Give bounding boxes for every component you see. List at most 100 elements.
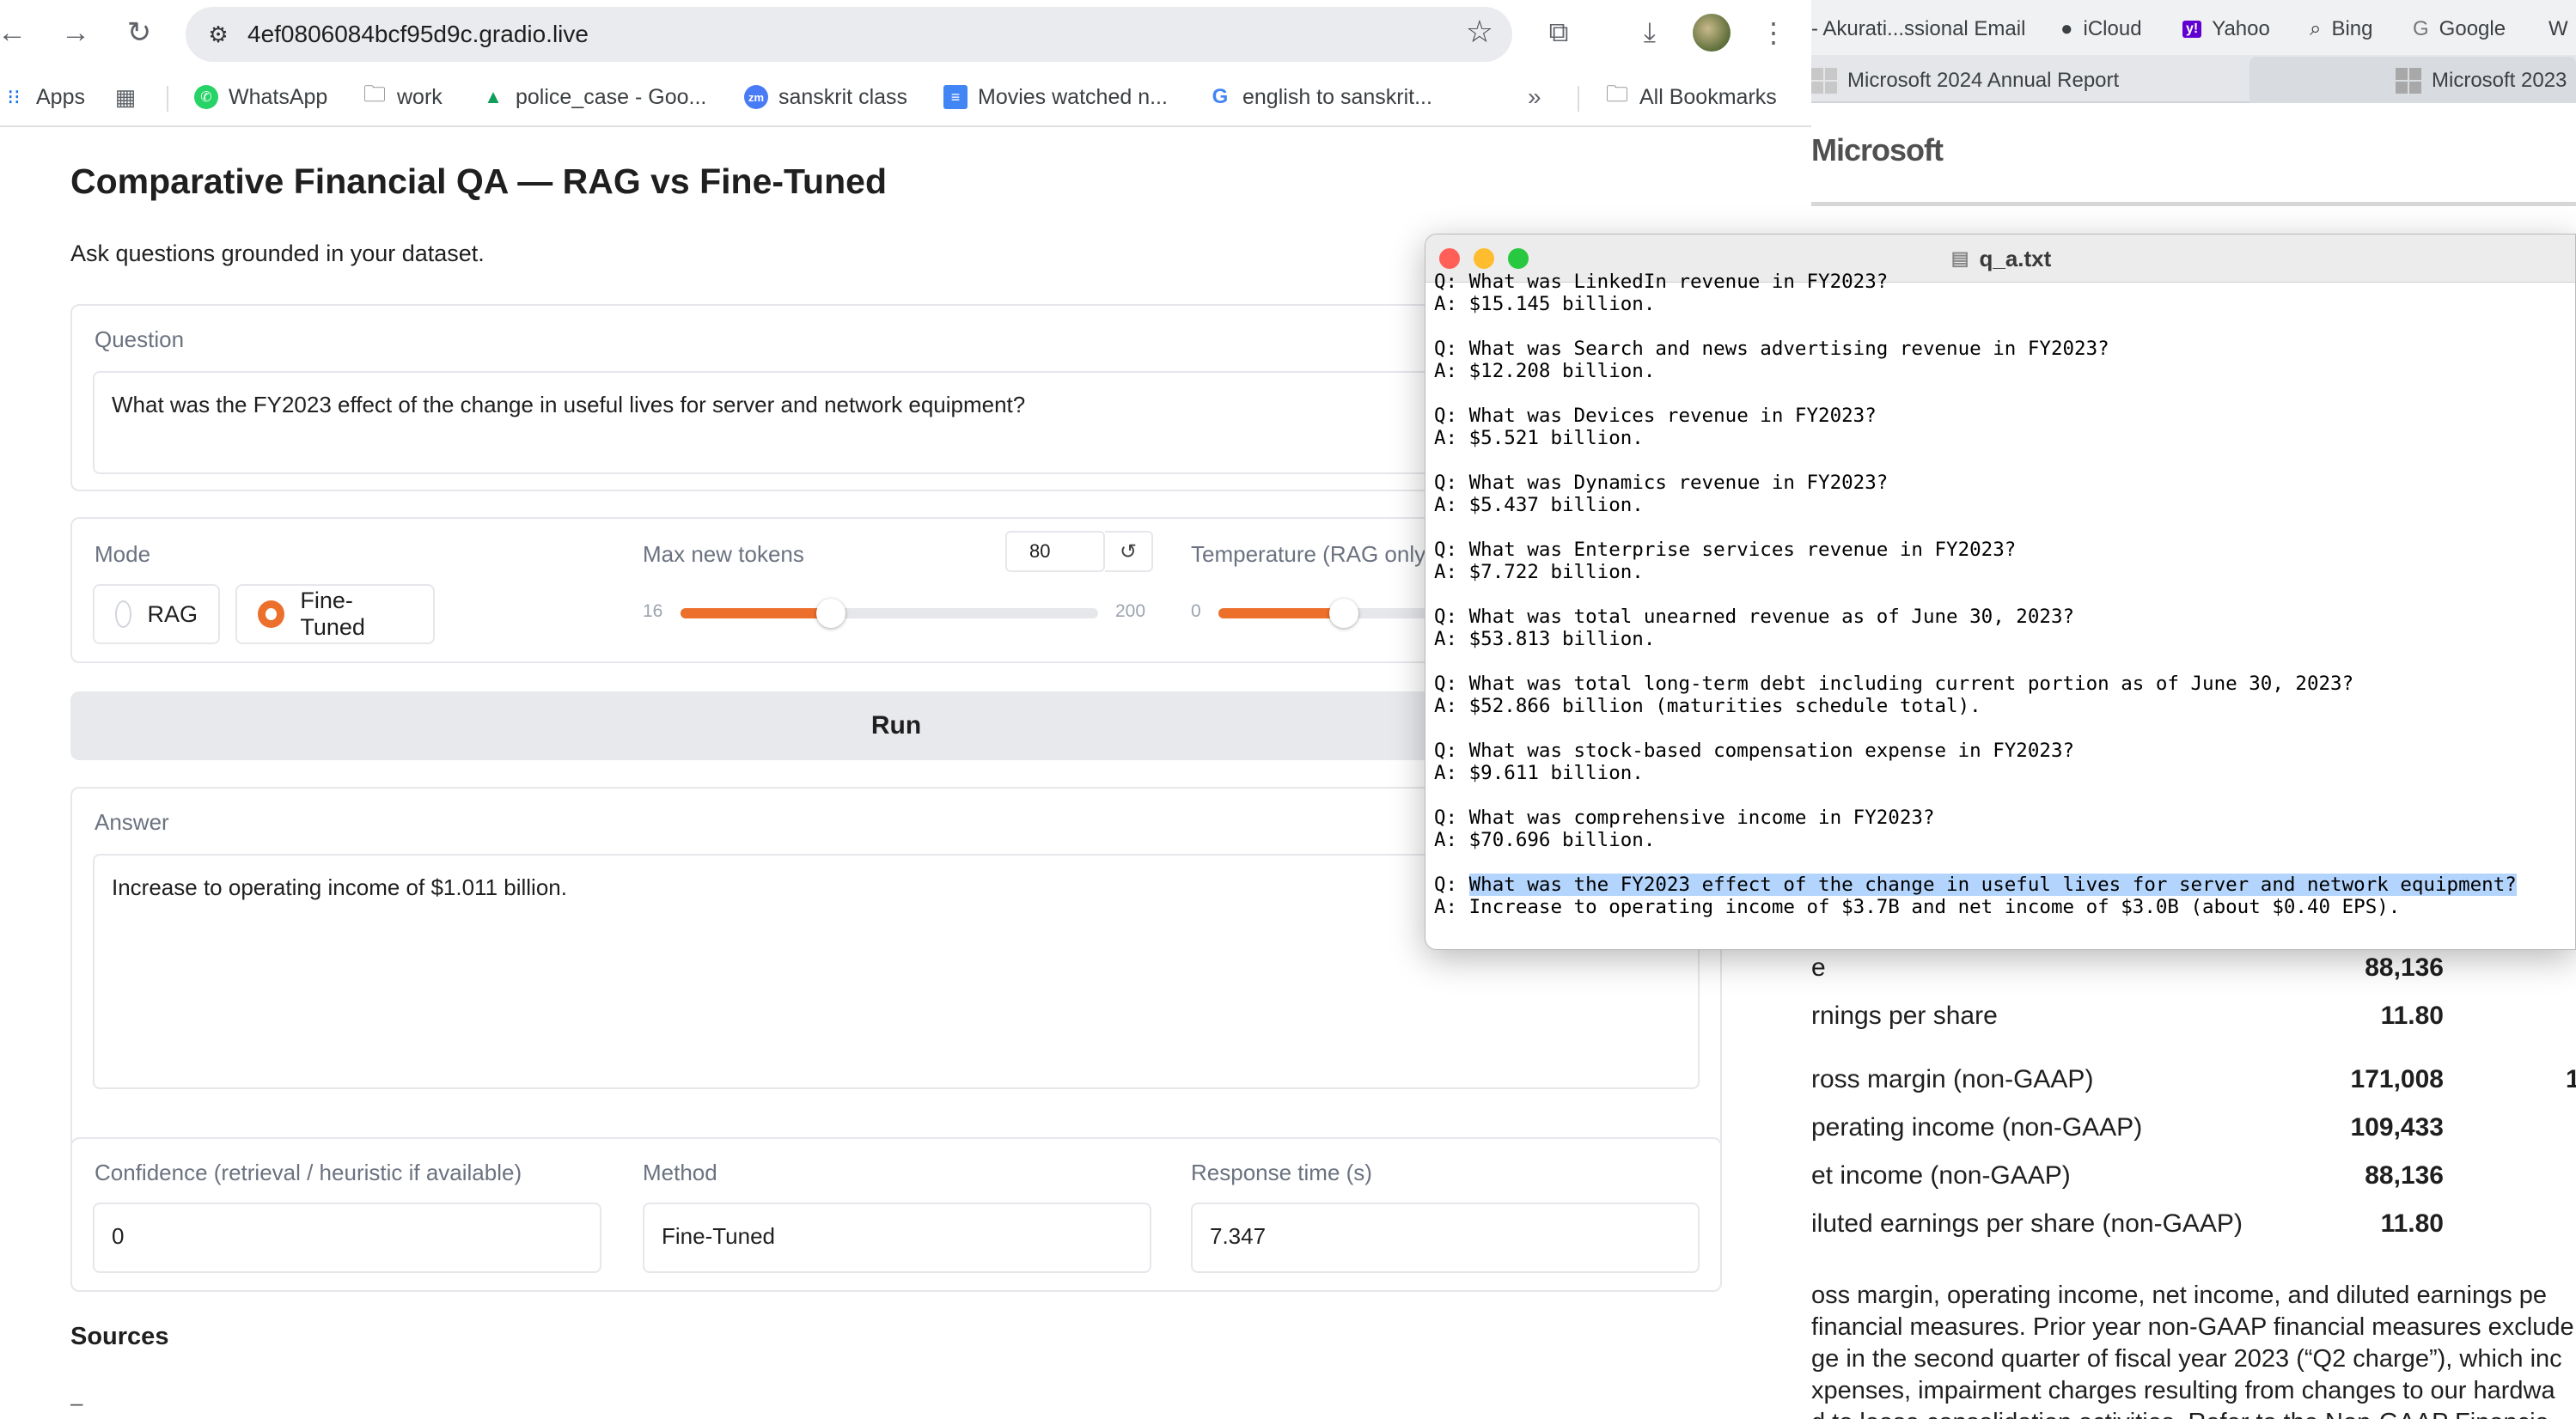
qa-entry: Q: What was LinkedIn revenue in FY2023? …: [1434, 271, 2575, 315]
apps-grid-icon: ⁝⁝: [7, 85, 21, 109]
financial-row-value: 171,008: [2350, 1065, 2444, 1093]
paragraph-line: financial measures. Prior year non-GAAP …: [1811, 1313, 2574, 1341]
bookmark-email[interactable]: - Akurati...ssional Email: [1811, 10, 2025, 48]
method-output[interactable]: Fine-Tuned: [643, 1203, 1151, 1273]
background-bookmarks-bar: - Akurati...ssional Email ● iCloud y! Yaho…: [1811, 0, 2576, 55]
bookmark-sanskrit-class[interactable]: zm sanskrit class: [744, 82, 907, 112]
tab-microsoft-2023[interactable]: Microsoft 2023: [2396, 62, 2567, 100]
search-icon: ⌕: [2310, 17, 2322, 40]
google-icon: G: [2413, 17, 2429, 40]
tab-label: Microsoft 2023: [2432, 69, 2567, 92]
question-line: Q: What was Search and news advertising …: [1434, 338, 2109, 360]
sources-heading: Sources: [70, 1323, 169, 1350]
bookmark-apps[interactable]: ⁝⁝ Apps: [2, 82, 85, 112]
response-time-output[interactable]: 7.347: [1191, 1203, 1700, 1273]
bookmark-work[interactable]: 🗀 work: [363, 81, 443, 112]
bookmark-police-case[interactable]: ▲ police_case - Goo...: [481, 82, 706, 112]
qa-entry: Q: What was total unearned revenue as of…: [1434, 606, 2575, 650]
slider-fill: [681, 608, 831, 618]
reload-icon[interactable]: ↻: [119, 12, 160, 53]
bookmark-whatsapp[interactable]: ✆ WhatsApp: [194, 82, 327, 112]
site-settings-icon[interactable]: ⚙: [199, 15, 237, 53]
question-line: Q: What was total long-term debt includi…: [1434, 673, 2354, 695]
financial-row-label: rnings per share: [1811, 1002, 1998, 1030]
max-tokens-slider[interactable]: [681, 599, 1098, 628]
bookmarks-overflow-chevron[interactable]: »: [1528, 82, 1541, 112]
selected-question-text[interactable]: What was the FY2023 effect of the change…: [1468, 874, 2517, 896]
bookmark-label: Apps: [36, 84, 85, 109]
document-icon: ▤: [1950, 247, 1969, 269]
bookmark-label: Yahoo: [2212, 17, 2270, 40]
qa-entry: Q: What was Search and news advertising …: [1434, 338, 2575, 382]
minimize-window-icon[interactable]: [1474, 248, 1494, 269]
tab-label: Microsoft 2024 Annual Report: [1847, 69, 2120, 92]
folder-icon: 🗀: [1605, 81, 1628, 107]
max-tokens-min: 16: [643, 601, 663, 621]
mode-label: Mode: [95, 541, 151, 567]
slider-thumb[interactable]: [1328, 599, 1358, 628]
answer-line: A: $5.521 billion.: [1434, 427, 1644, 449]
qa-entry: Q: What was total long-term debt includi…: [1434, 673, 2575, 717]
bookmark-english-to-sanskrit[interactable]: G english to sanskrit...: [1208, 82, 1432, 112]
max-tokens-number-input[interactable]: 80: [1005, 531, 1105, 572]
bookmark-movies[interactable]: ≡ Movies watched n...: [943, 82, 1168, 112]
page-title: Comparative Financial QA — RAG vs Fine-T…: [70, 161, 887, 201]
bookmark-label: - Akurati...ssional Email: [1811, 17, 2026, 40]
zoom-window-icon[interactable]: [1508, 248, 1529, 269]
tab-microsoft-2024[interactable]: Microsoft 2024 Annual Report: [1811, 62, 2119, 100]
bookmark-label: english to sanskrit...: [1242, 84, 1432, 109]
answer-line: A: $53.813 billion.: [1434, 628, 1656, 650]
answer-line: A: $7.722 billion.: [1434, 561, 1644, 583]
question-line: Q: What was total unearned revenue as of…: [1434, 606, 2075, 628]
close-window-icon[interactable]: [1439, 248, 1460, 269]
financial-row-value: 88,136: [2365, 953, 2444, 982]
url-text[interactable]: 4ef0806084bcf95d9c.gradio.live: [247, 21, 589, 48]
microsoft-logo-icon: [1811, 68, 1837, 94]
bookmark-label: sanskrit class: [778, 84, 908, 109]
background-tab-strip: Microsoft 2024 Annual Report Microsoft 2…: [1811, 55, 2576, 103]
divider: [1578, 86, 1579, 112]
address-bar[interactable]: ⚙ 4ef0806084bcf95d9c.gradio.live ☆: [186, 7, 1512, 62]
radio-icon: [115, 600, 132, 628]
answer-line: A: Increase to operating income of $3.7B…: [1434, 896, 2401, 918]
question-line: Q: What was Dynamics revenue in FY2023?: [1434, 472, 1889, 494]
reset-icon[interactable]: ↺: [1105, 531, 1153, 572]
bookmark-all-bookmarks[interactable]: 🗀 All Bookmarks: [1605, 81, 1777, 112]
qa-list: Q: What was LinkedIn revenue in FY2023? …: [1434, 271, 2575, 851]
bookmark-label: Google: [2439, 17, 2506, 40]
radio-selected-icon: [258, 600, 285, 628]
menu-kebab-icon[interactable]: ⋮: [1753, 12, 1794, 53]
question-line: Q: What was LinkedIn revenue in FY2023?: [1434, 271, 1889, 293]
answer-line: A: $5.437 billion.: [1434, 494, 1644, 516]
text-document[interactable]: Q: What was LinkedIn revenue in FY2023? …: [1434, 271, 2575, 939]
radio-label: Fine-Tuned: [300, 588, 365, 640]
bookmark-star-icon[interactable]: ☆: [1466, 14, 1493, 50]
divider: [167, 86, 168, 112]
bookmark-icloud[interactable]: ● iCloud: [2060, 10, 2142, 48]
financial-row-label: e: [1811, 953, 1826, 982]
bookmark-w[interactable]: W: [2549, 10, 2568, 48]
financial-row-label: iluted earnings per share (non-GAAP): [1811, 1209, 2243, 1238]
download-icon[interactable]: ⤓: [1629, 12, 1670, 53]
bookmark-yahoo[interactable]: y! Yahoo: [2182, 10, 2270, 48]
bookmark-label: W: [2549, 17, 2568, 40]
back-icon[interactable]: ←: [0, 12, 33, 53]
bookmark-google[interactable]: G Google: [2413, 10, 2506, 48]
pdf-paragraph: oss margin, operating income, net income…: [1811, 1280, 2574, 1419]
mode-option-rag[interactable]: RAG: [93, 584, 220, 644]
bookmark-bing[interactable]: ⌕ Bing: [2310, 10, 2373, 48]
method-label: Method: [643, 1160, 717, 1185]
radio-label: RAG: [147, 600, 198, 627]
whatsapp-icon: ✆: [194, 85, 218, 109]
profile-avatar[interactable]: [1693, 14, 1731, 52]
financial-row-value: 11.80: [2380, 1209, 2444, 1238]
extensions-icon[interactable]: ⧉: [1538, 12, 1579, 53]
max-tokens-label: Max new tokens: [643, 541, 804, 567]
slider-thumb[interactable]: [815, 599, 845, 628]
confidence-output[interactable]: 0: [93, 1203, 601, 1273]
mode-option-fine-tuned[interactable]: Fine-Tuned: [235, 584, 435, 644]
tab-groups-icon[interactable]: ▦: [113, 82, 137, 112]
forward-icon[interactable]: →: [55, 12, 96, 53]
response-time-label: Response time (s): [1191, 1160, 1372, 1185]
question-line: Q: What was Enterprise services revenue …: [1434, 539, 2017, 561]
